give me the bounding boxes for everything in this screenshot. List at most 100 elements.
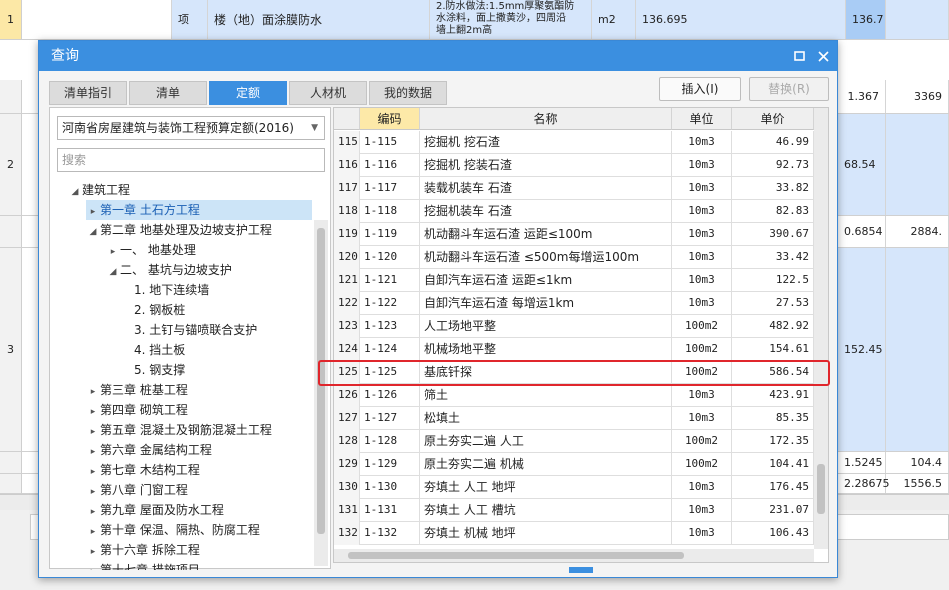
chevron-right-icon[interactable]: ▸ — [86, 482, 100, 502]
table-row[interactable]: 130 1-130 夯填土 人工 地坪 10m3 176.45 — [334, 476, 814, 499]
quota-code: 1-122 — [360, 292, 420, 315]
row-index: 123 — [334, 315, 360, 338]
quota-code: 1-123 — [360, 315, 420, 338]
table-row[interactable]: 121 1-121 自卸汽车运石渣 运距≤1km 10m3 122.5 — [334, 269, 814, 292]
chevron-down-icon[interactable]: ◢ — [106, 262, 120, 282]
column-header-price[interactable]: 单价 — [732, 108, 814, 130]
table-row[interactable]: 122 1-122 自卸汽车运石渣 每增运1km 10m3 27.53 — [334, 292, 814, 315]
scroll-thumb[interactable] — [817, 464, 825, 514]
tree-node-label: 第四章 砌筑工程 — [100, 403, 188, 417]
splitter-handle[interactable] — [569, 567, 593, 573]
tree-node[interactable]: 3. 土钉与锚喷联合支护 — [50, 320, 257, 340]
chevron-right-icon[interactable]: ▸ — [86, 502, 100, 522]
chevron-down-icon[interactable]: ◢ — [86, 222, 100, 242]
search-input[interactable]: 搜索 — [57, 148, 325, 172]
tree-node-label: 一、 地基处理 — [120, 243, 196, 257]
tree-node[interactable]: ▸ 第九章 屋面及防水工程 — [50, 500, 224, 520]
quota-price: 154.61 — [732, 338, 814, 361]
column-header-code[interactable]: 编码 — [360, 108, 420, 130]
dialog-titlebar[interactable]: 查询 — [39, 41, 837, 71]
left-pane: 河南省房屋建筑与装饰工程预算定额(2016) ▼ 搜索 ◢ 建筑工程 ▸ 第一章 土石… — [49, 107, 331, 570]
quota-name: 夯填土 人工 地坪 — [420, 476, 672, 499]
row-index: 116 — [334, 154, 360, 177]
quota-unit: 10m3 — [672, 246, 732, 269]
chevron-down-icon[interactable]: ◢ — [68, 182, 82, 202]
quota-code: 1-117 — [360, 177, 420, 200]
table-row[interactable]: 132 1-132 夯填土 机械 地坪 10m3 106.43 — [334, 522, 814, 545]
scroll-thumb[interactable] — [348, 552, 684, 559]
tree-node[interactable]: 2. 钢板桩 — [50, 300, 185, 320]
chevron-right-icon[interactable]: ▸ — [86, 442, 100, 462]
table-row[interactable]: 115 1-115 挖掘机 挖石渣 10m3 46.99 — [334, 131, 814, 154]
row-index: 126 — [334, 384, 360, 407]
table-row[interactable]: 127 1-127 松填土 10m3 85.35 — [334, 407, 814, 430]
chevron-right-icon[interactable]: ▸ — [86, 522, 100, 542]
close-icon[interactable] — [811, 41, 835, 71]
tree-node[interactable]: ▸ 第六章 金属结构工程 — [50, 440, 212, 460]
chevron-right-icon[interactable]: ▸ — [106, 242, 120, 262]
maximize-icon[interactable] — [787, 41, 811, 71]
tree-node[interactable]: ▸ 第八章 门窗工程 — [50, 480, 188, 500]
tree-node[interactable]: ▸第十七章 措施项目 — [50, 560, 200, 570]
table-row[interactable]: 126 1-126 筛土 10m3 423.91 — [334, 384, 814, 407]
quota-name: 机动翻斗车运石渣 ≤500m每增运100m — [420, 246, 672, 269]
tab-list[interactable]: 清单 — [129, 81, 207, 105]
table-row[interactable]: 119 1-119 机动翻斗车运石渣 运距≤100m 10m3 390.67 — [334, 223, 814, 246]
row-index: 131 — [334, 499, 360, 522]
row-index: 122 — [334, 292, 360, 315]
table-row[interactable]: 128 1-128 原土夯实二遍 人工 100m2 172.35 — [334, 430, 814, 453]
tree-node[interactable]: 4. 挡土板 — [50, 340, 185, 360]
dialog-title: 查询 — [51, 48, 79, 64]
quota-select[interactable]: 河南省房屋建筑与装饰工程预算定额(2016) ▼ — [57, 116, 325, 140]
tree-node[interactable]: ▸ 一、 地基处理 — [50, 240, 196, 260]
column-header-unit[interactable]: 单位 — [672, 108, 732, 130]
tab-quota[interactable]: 定额 — [209, 81, 287, 105]
tree-node[interactable]: ◢ 第二章 地基处理及边坡支护工程 — [50, 220, 272, 240]
tree-scrollbar[interactable] — [314, 220, 328, 566]
tree-node[interactable]: ▸ 第七章 木结构工程 — [50, 460, 200, 480]
quota-name: 原土夯实二遍 人工 — [420, 430, 672, 453]
chevron-right-icon[interactable]: ▸ — [86, 542, 100, 562]
table-row[interactable]: 117 1-117 装载机装车 石渣 10m3 33.82 — [334, 177, 814, 200]
tree-node[interactable]: ▸ 第五章 混凝土及钢筋混凝土工程 — [50, 420, 272, 440]
tree-node[interactable]: ◢ 建筑工程 — [50, 180, 130, 200]
table-row[interactable]: 116 1-116 挖掘机 挖装石渣 10m3 92.73 — [334, 154, 814, 177]
tree-node[interactable]: ▸ 第十六章 拆除工程 — [50, 540, 200, 560]
chevron-right-icon[interactable]: ▸ — [86, 462, 100, 482]
table-row[interactable]: 123 1-123 人工场地平整 100m2 482.92 — [334, 315, 814, 338]
table-horizontal-scrollbar[interactable] — [334, 549, 814, 562]
chevron-right-icon[interactable]: ▸ — [86, 382, 100, 402]
tree-node[interactable]: ◢ 二、 基坑与边坡支护 — [50, 260, 232, 280]
tree-node[interactable]: ▸ 第十章 保温、隔热、防腐工程 — [50, 520, 260, 540]
tab-my-data[interactable]: 我的数据 — [369, 81, 447, 105]
tab-list-guide[interactable]: 清单指引 — [49, 81, 127, 105]
tree-node[interactable]: ▸ 第三章 桩基工程 — [50, 380, 188, 400]
table-row[interactable]: 120 1-120 机动翻斗车运石渣 ≤500m每增运100m 10m3 33.42 — [334, 246, 814, 269]
tree-node[interactable]: ▸ 第四章 砌筑工程 — [50, 400, 188, 420]
tree-node[interactable]: 1. 地下连续墙 — [50, 280, 209, 300]
tree-node[interactable]: ▸ 第一章 土石方工程 — [86, 200, 312, 220]
quota-unit: 10m3 — [672, 223, 732, 246]
quota-code: 1-118 — [360, 200, 420, 223]
tab-labor-material-machine[interactable]: 人材机 — [289, 81, 367, 105]
table-row[interactable]: 118 1-118 挖掘机装车 石渣 10m3 82.83 — [334, 200, 814, 223]
table-row[interactable]: 124 1-124 机械场地平整 100m2 154.61 — [334, 338, 814, 361]
item-quantity: 136.695 — [636, 0, 846, 39]
column-header-name[interactable]: 名称 — [420, 108, 672, 130]
chevron-right-icon[interactable]: ▸ — [86, 202, 100, 222]
chevron-right-icon[interactable]: ▸ — [86, 402, 100, 422]
table-body: 115 1-115 挖掘机 挖石渣 10m3 46.99 116 1-116 挖掘机 挖装石渣… — [334, 131, 814, 549]
tree-node[interactable]: 5. 钢支撑 — [50, 360, 185, 380]
chevron-right-icon[interactable]: ▸ — [86, 422, 100, 442]
table-vertical-scrollbar[interactable] — [814, 108, 828, 549]
quota-unit: 100m2 — [672, 315, 732, 338]
chevron-right-icon[interactable]: ▸ — [86, 562, 100, 570]
table-row[interactable]: 1 项 楼（地）面涂膜防水 2.防水做法:1.5mm厚聚氨酯防 水涂料，面上撒黄沙… — [0, 0, 949, 40]
tree-node-label: 第十七章 措施项目 — [100, 563, 200, 570]
insert-button[interactable]: 插入(I) — [659, 77, 741, 101]
table-row[interactable]: 131 1-131 夯填土 人工 槽坑 10m3 231.07 — [334, 499, 814, 522]
table-row[interactable]: 129 1-129 原土夯实二遍 机械 100m2 104.41 — [334, 453, 814, 476]
quota-price: 82.83 — [732, 200, 814, 223]
replace-button[interactable]: 替换(R) — [749, 77, 829, 101]
row-index: 119 — [334, 223, 360, 246]
